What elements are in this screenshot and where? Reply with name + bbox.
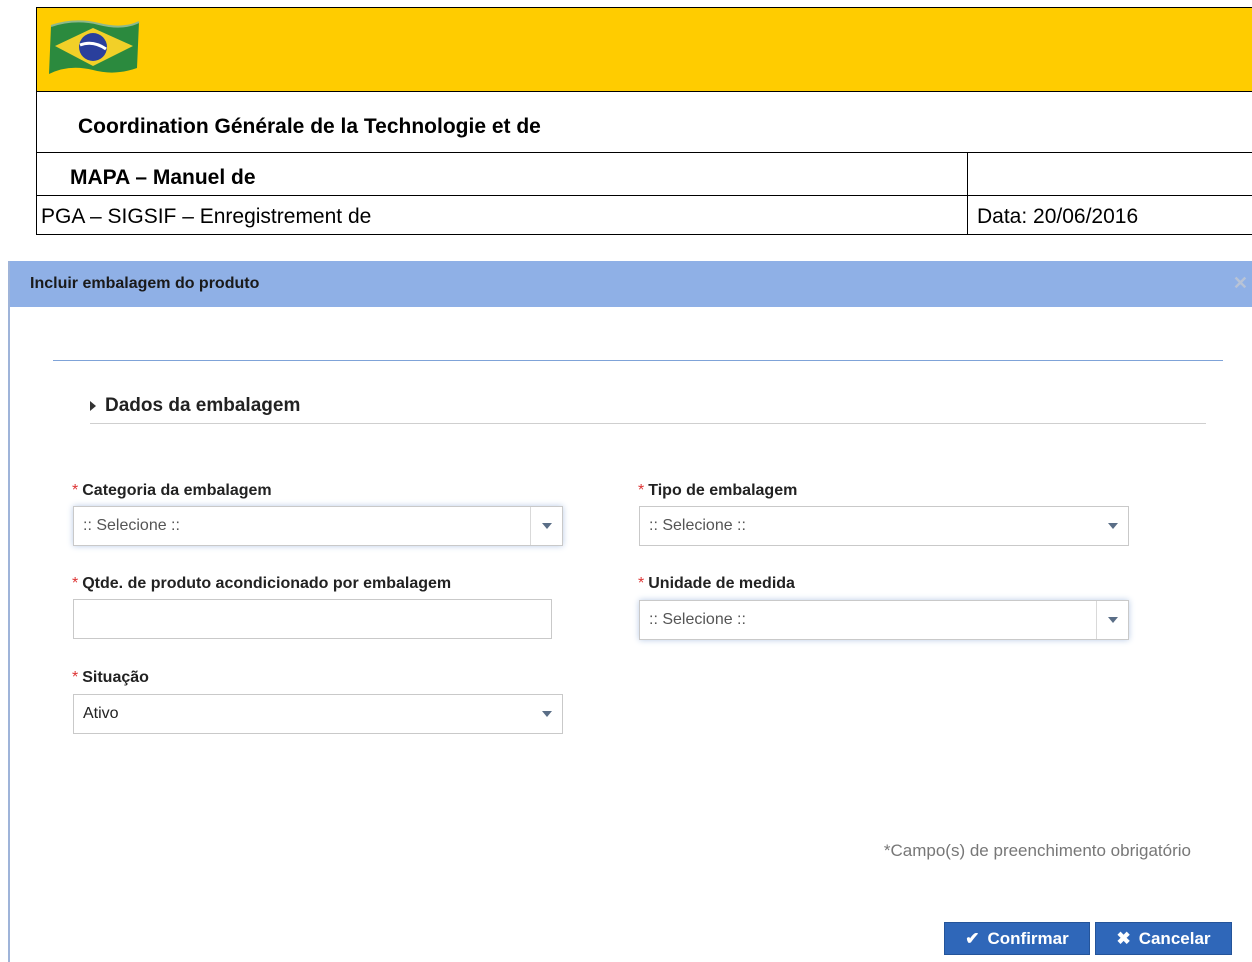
- document-header: Coordination Générale de la Technologie …: [36, 7, 1252, 235]
- collapse-arrow-icon: [90, 401, 96, 411]
- confirm-label: Confirmar: [987, 928, 1069, 948]
- document-subtitle: PGA – SIGSIF – Enregistrement de: [41, 205, 372, 228]
- document-banner: [37, 8, 1252, 92]
- required-asterisk: *: [72, 482, 79, 499]
- situacao-label-text: Situação: [82, 669, 149, 686]
- document-subtitle-row: PGA – SIGSIF – Enregistrement de Data: 2…: [37, 196, 1252, 234]
- categoria-select[interactable]: :: Selecione ::: [73, 506, 563, 546]
- document-heading: Coordination Générale de la Technologie …: [78, 115, 541, 138]
- situacao-select[interactable]: Ativo: [73, 694, 563, 734]
- chevron-down-icon[interactable]: [1096, 601, 1128, 639]
- document-manual-row: MAPA – Manuel de: [37, 153, 1252, 196]
- situacao-label: * Situação: [72, 669, 149, 687]
- unidade-label-text: Unidade de medida: [648, 575, 795, 592]
- modal-header: Incluir embalagem do produto ✕: [10, 261, 1252, 307]
- required-asterisk: *: [638, 575, 645, 592]
- chevron-down-icon[interactable]: [531, 695, 562, 733]
- required-fields-note: *Campo(s) de preenchimento obrigatório: [883, 841, 1191, 860]
- tipo-select[interactable]: :: Selecione ::: [639, 506, 1129, 546]
- top-divider: [53, 360, 1223, 361]
- cancel-label: Cancelar: [1138, 928, 1211, 948]
- situacao-value: Ativo: [83, 705, 119, 722]
- categoria-label: * Categoria da embalagem: [72, 482, 272, 500]
- x-icon: ✖: [1116, 928, 1131, 948]
- section-title: Dados da embalagem: [105, 395, 301, 416]
- close-icon[interactable]: ✕: [1233, 273, 1248, 294]
- unidade-select[interactable]: :: Selecione ::: [639, 600, 1129, 640]
- tipo-label: * Tipo de embalagem: [638, 482, 797, 500]
- cancel-button[interactable]: ✖ Cancelar: [1095, 922, 1232, 955]
- categoria-value: :: Selecione ::: [83, 517, 180, 534]
- document-date: Data: 20/06/2016: [977, 205, 1139, 228]
- quantidade-input[interactable]: [73, 599, 552, 639]
- brazil-flag-logo: [49, 20, 140, 74]
- document-title-row: Coordination Générale de la Technologie …: [37, 92, 1252, 153]
- section-divider: [90, 423, 1206, 424]
- tipo-value: :: Selecione ::: [649, 517, 746, 534]
- required-asterisk: *: [72, 575, 79, 592]
- required-asterisk: *: [72, 669, 79, 686]
- categoria-label-text: Categoria da embalagem: [82, 482, 272, 499]
- unidade-label: * Unidade de medida: [638, 575, 795, 593]
- quantidade-label-text: Qtde. de produto acondicionado por embal…: [82, 575, 452, 592]
- chevron-down-icon[interactable]: [530, 507, 562, 545]
- empty-cell: [967, 153, 1252, 195]
- check-icon: ✔: [965, 928, 980, 948]
- required-asterisk: *: [638, 482, 645, 499]
- confirm-button[interactable]: ✔ Confirmar: [944, 922, 1090, 955]
- tipo-label-text: Tipo de embalagem: [648, 482, 798, 499]
- section-header[interactable]: Dados da embalagem: [90, 395, 300, 417]
- quantidade-label: * Qtde. de produto acondicionado por emba…: [72, 575, 451, 593]
- include-packaging-modal: Incluir embalagem do produto ✕ Dados da …: [8, 261, 1252, 962]
- unidade-value: :: Selecione ::: [649, 611, 746, 628]
- chevron-down-icon[interactable]: [1097, 507, 1128, 545]
- manual-title: MAPA – Manuel de: [70, 166, 256, 189]
- modal-title: Incluir embalagem do produto: [30, 275, 260, 292]
